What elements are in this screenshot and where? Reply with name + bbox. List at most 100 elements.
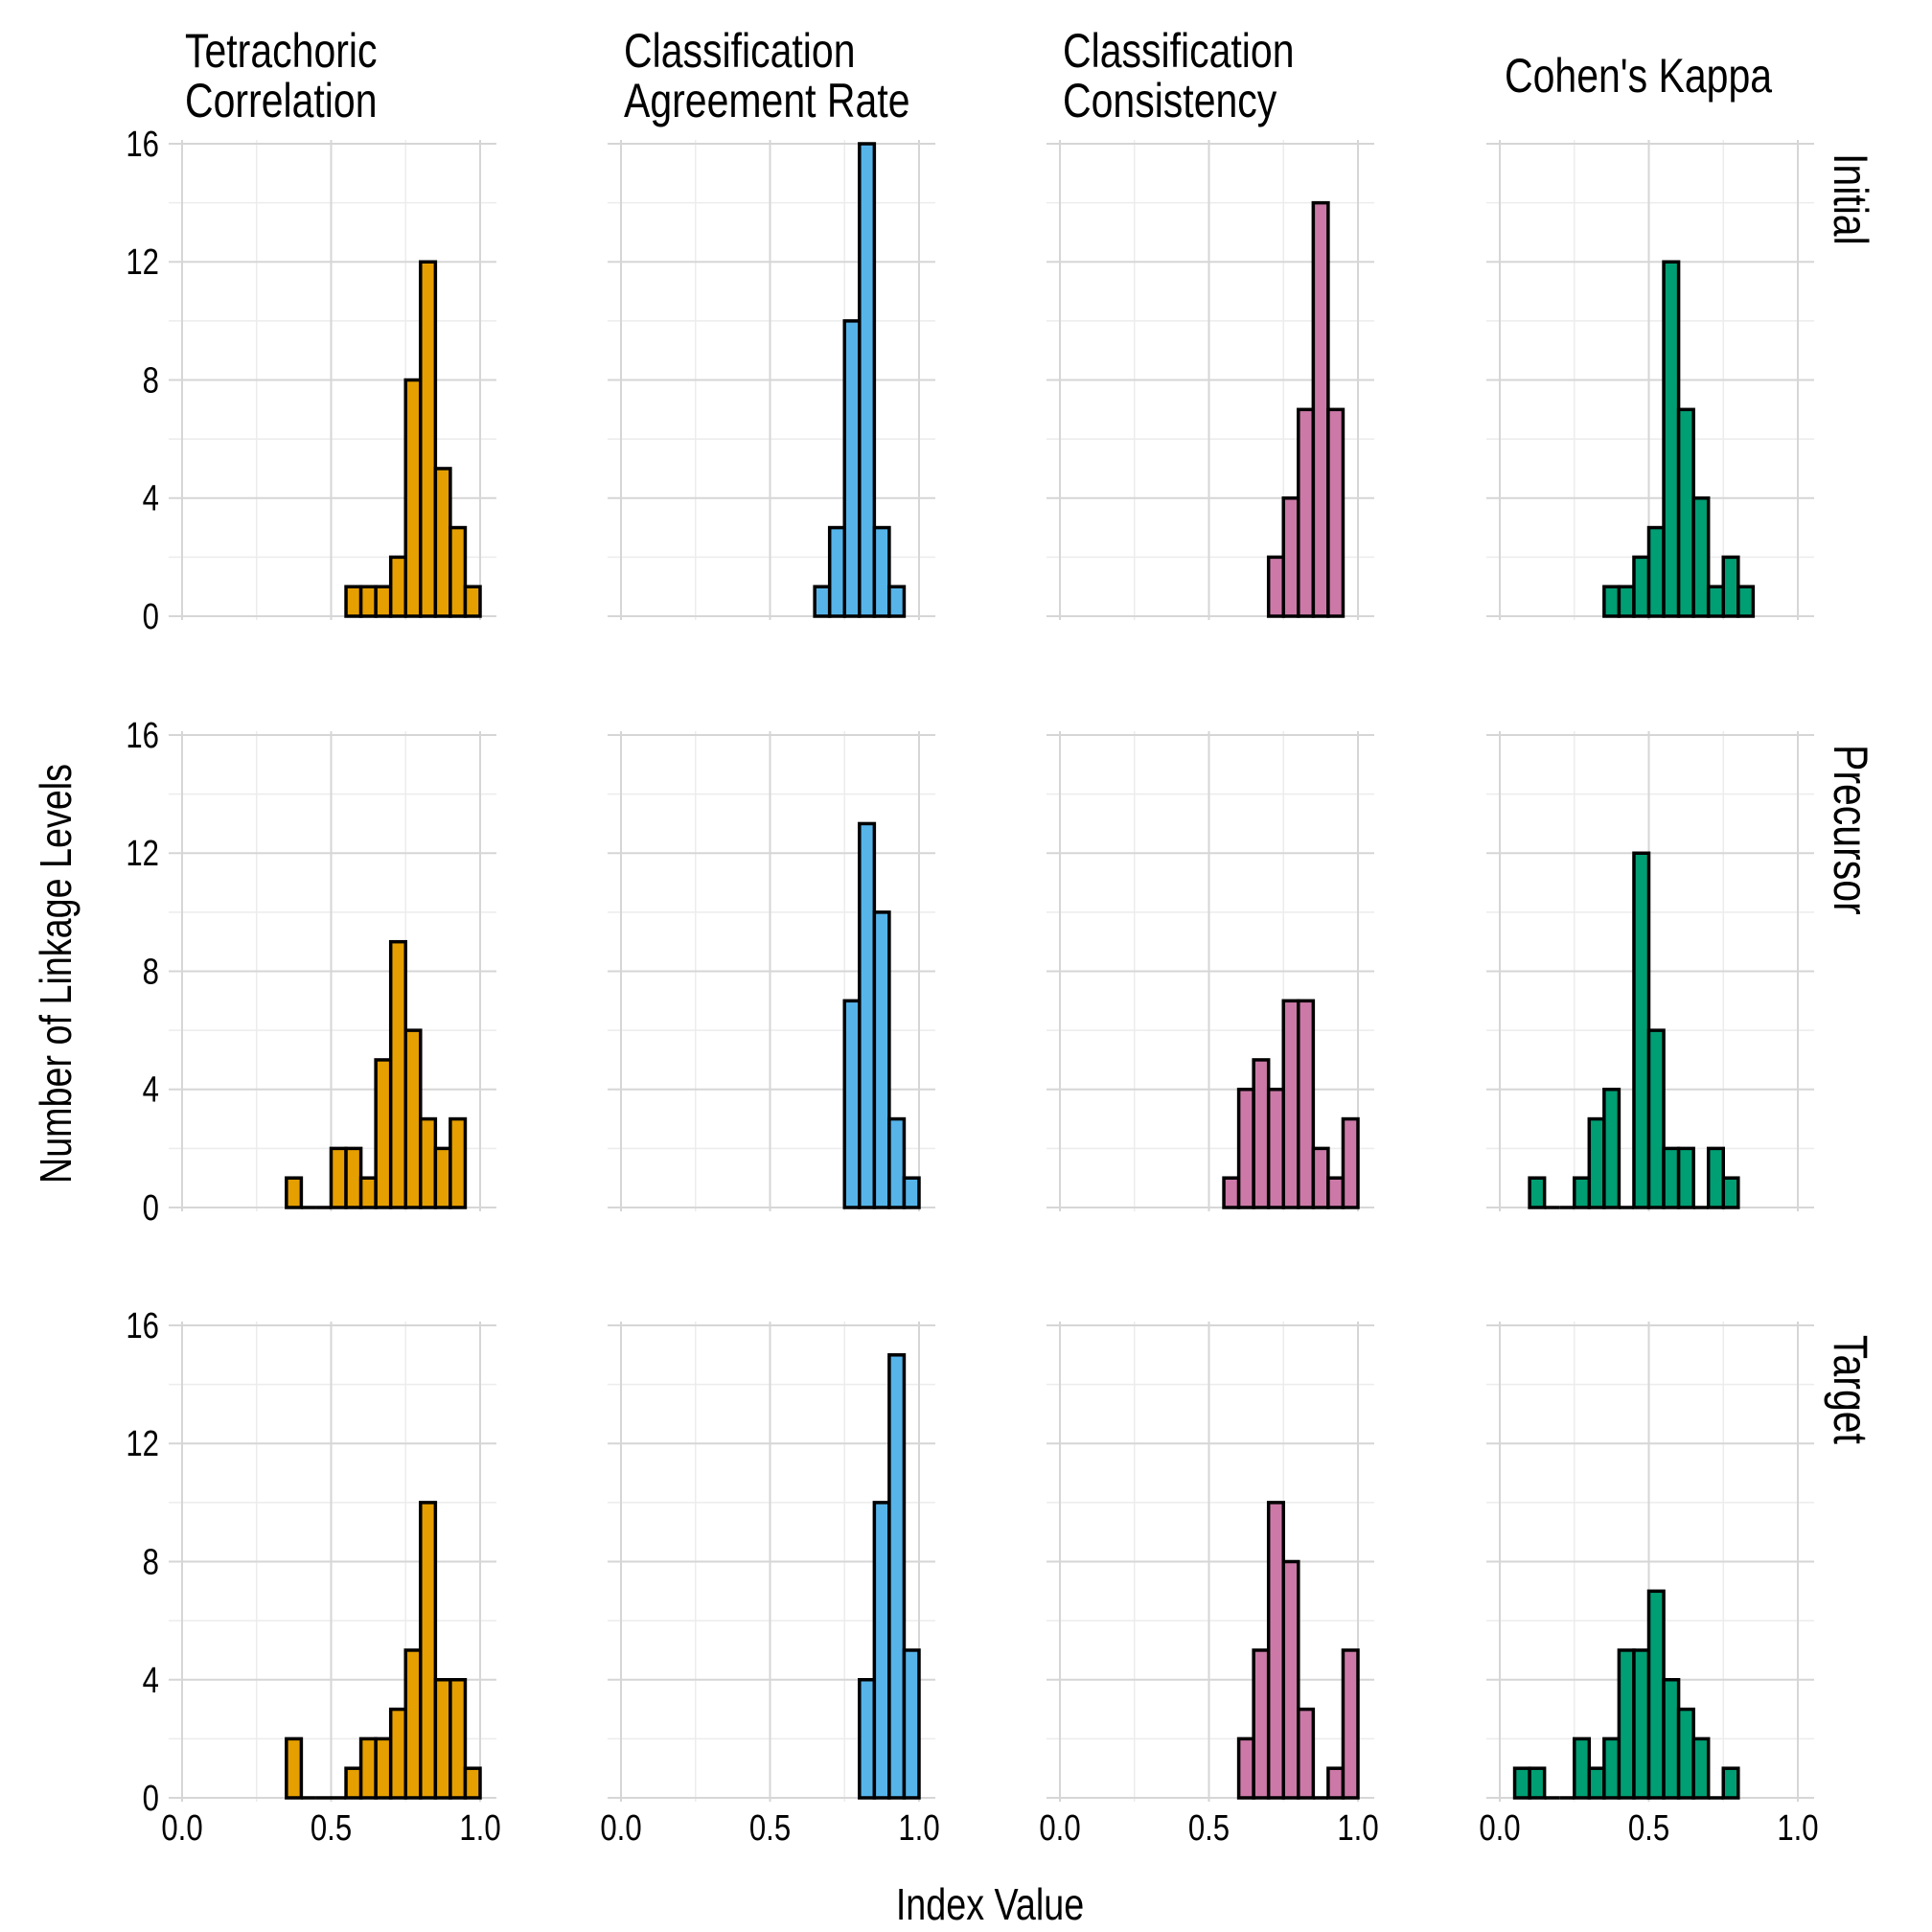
panel-precursor-kappa <box>1486 731 1814 1211</box>
histogram-bar <box>872 1501 891 1800</box>
y-tick-label: 4 <box>143 1661 159 1701</box>
histogram-bar <box>1528 1176 1547 1209</box>
facet-title-cc: Classification <box>1063 24 1295 78</box>
facet-title-cc: Consistency <box>1063 74 1276 127</box>
y-tick-label: 4 <box>143 479 159 519</box>
histogram-bar <box>1528 1766 1547 1800</box>
panel-target-cc: 0.0 0.5 1.0 <box>1039 1322 1379 1849</box>
facet-title-tetrachoric: Correlation <box>185 74 378 127</box>
histogram-bar <box>329 1146 348 1209</box>
histogram-bar <box>858 1678 877 1800</box>
histogram-bar <box>1662 260 1681 618</box>
histogram-bar <box>1266 1088 1285 1209</box>
histogram-bar <box>1297 1707 1316 1800</box>
histogram-bar <box>1602 1736 1622 1800</box>
histogram-bar <box>403 1028 423 1209</box>
panel-initial-cc <box>1046 140 1374 620</box>
histogram-bar <box>344 1146 363 1209</box>
x-tick-label: 0.5 <box>1628 1808 1669 1849</box>
histogram-bar <box>1632 1648 1651 1800</box>
y-tick-label: 12 <box>126 834 159 874</box>
histogram-bar <box>1266 1501 1285 1800</box>
histogram-bar <box>1706 1146 1725 1209</box>
histogram-bar <box>1573 1176 1592 1209</box>
x-tick-label: 0.5 <box>749 1808 791 1849</box>
histogram-bar <box>1281 1559 1300 1800</box>
histogram-bar <box>1252 1648 1271 1800</box>
strip-label-initial: Initial <box>1824 153 1877 245</box>
facet-title-tetrachoric: Tetrachoric <box>185 24 378 78</box>
histogram-bar <box>1602 585 1622 618</box>
histogram-bar <box>433 1678 452 1800</box>
histogram-bar <box>1662 1146 1681 1209</box>
y-tick-label: 16 <box>126 1306 159 1346</box>
histogram-bar <box>1311 1146 1330 1209</box>
panel-initial-car <box>608 140 935 620</box>
y-tick-label: 0 <box>143 597 159 637</box>
histogram-bar <box>433 1146 452 1209</box>
histogram-bar <box>1632 851 1651 1209</box>
x-tick-label: 1.0 <box>1337 1808 1378 1849</box>
y-tick-label: 12 <box>126 242 159 283</box>
histogram-bar <box>1236 1088 1255 1209</box>
x-tick-label: 0.0 <box>1039 1808 1080 1849</box>
histogram-bar <box>1512 1766 1531 1800</box>
histogram-bar <box>1326 407 1346 618</box>
y-tick-label: 12 <box>126 1424 159 1464</box>
panel-precursor-car <box>608 731 935 1211</box>
y-tick-label: 8 <box>143 361 159 402</box>
column-titles: TetrachoricCorrelation Classification Agre… <box>185 24 1773 127</box>
histogram-bar <box>374 1058 393 1209</box>
histogram-bar <box>374 585 393 618</box>
panel-target-tetrachoric: 0 4 8 12 16 0.0 0.5 1.0 <box>126 1306 500 1849</box>
x-tick-label: 0.5 <box>310 1808 352 1849</box>
histogram-bar <box>1297 407 1316 618</box>
histogram-bar <box>813 585 832 618</box>
facet-histogram-chart: 0481216048121604812160.0 0.5 1.0 0.0 0.5 1.0 0… <box>31 24 1877 1929</box>
histogram-bar <box>1646 1589 1666 1800</box>
histogram-bar <box>1297 999 1316 1209</box>
histogram-bar <box>1281 999 1300 1209</box>
histogram-bar <box>1281 496 1300 618</box>
facet-title-car: Agreement Rate <box>624 74 910 127</box>
panel-target-car: 0.0 0.5 1.0 <box>600 1322 940 1849</box>
histogram-bar <box>872 910 891 1209</box>
histogram-bar <box>1646 525 1666 618</box>
strip-label-precursor: Precursor <box>1824 745 1877 915</box>
histogram-bar <box>448 525 468 618</box>
x-tick-label: 1.0 <box>898 1808 939 1849</box>
y-tick-label: 0 <box>143 1188 159 1229</box>
x-tick-label: 0.0 <box>600 1808 641 1849</box>
x-tick-label: 0.0 <box>1479 1808 1520 1849</box>
histogram-bar <box>887 585 907 618</box>
histogram-bar <box>858 821 877 1209</box>
x-axis-title: Index Value <box>896 1879 1084 1928</box>
histogram-bar <box>1676 407 1695 618</box>
histogram-bar <box>1341 1648 1360 1800</box>
y-tick-label: 16 <box>126 125 159 165</box>
histogram-bar <box>1341 1116 1360 1209</box>
histogram-bar <box>388 1707 408 1800</box>
histogram-bar <box>463 585 482 618</box>
x-tick-label: 0.5 <box>1188 1808 1230 1849</box>
histogram-bar <box>463 1766 482 1800</box>
panel-precursor-tetrachoric: 0 4 8 12 16 <box>126 716 496 1229</box>
histogram-bar <box>1691 1736 1711 1800</box>
histogram-bar <box>358 585 378 618</box>
histogram-bar <box>1676 1146 1695 1209</box>
histogram-bar <box>358 1176 378 1209</box>
y-tick-label: 16 <box>126 716 159 756</box>
histogram-bar <box>1326 1176 1346 1209</box>
histogram-bar <box>887 1353 907 1800</box>
histogram-bar <box>419 260 438 618</box>
histogram-bar <box>902 1648 921 1800</box>
histogram-bar <box>902 1176 921 1209</box>
y-tick-label: 4 <box>143 1070 159 1111</box>
histogram-bar <box>1266 555 1285 618</box>
row-strip-labels: Initial Precursor Target <box>1824 153 1877 1444</box>
y-tick-label: 8 <box>143 1543 159 1583</box>
histogram-bar <box>1736 585 1756 618</box>
histogram-bar <box>872 525 891 618</box>
histogram-bar <box>1587 1766 1606 1800</box>
histogram-bar <box>403 378 423 618</box>
